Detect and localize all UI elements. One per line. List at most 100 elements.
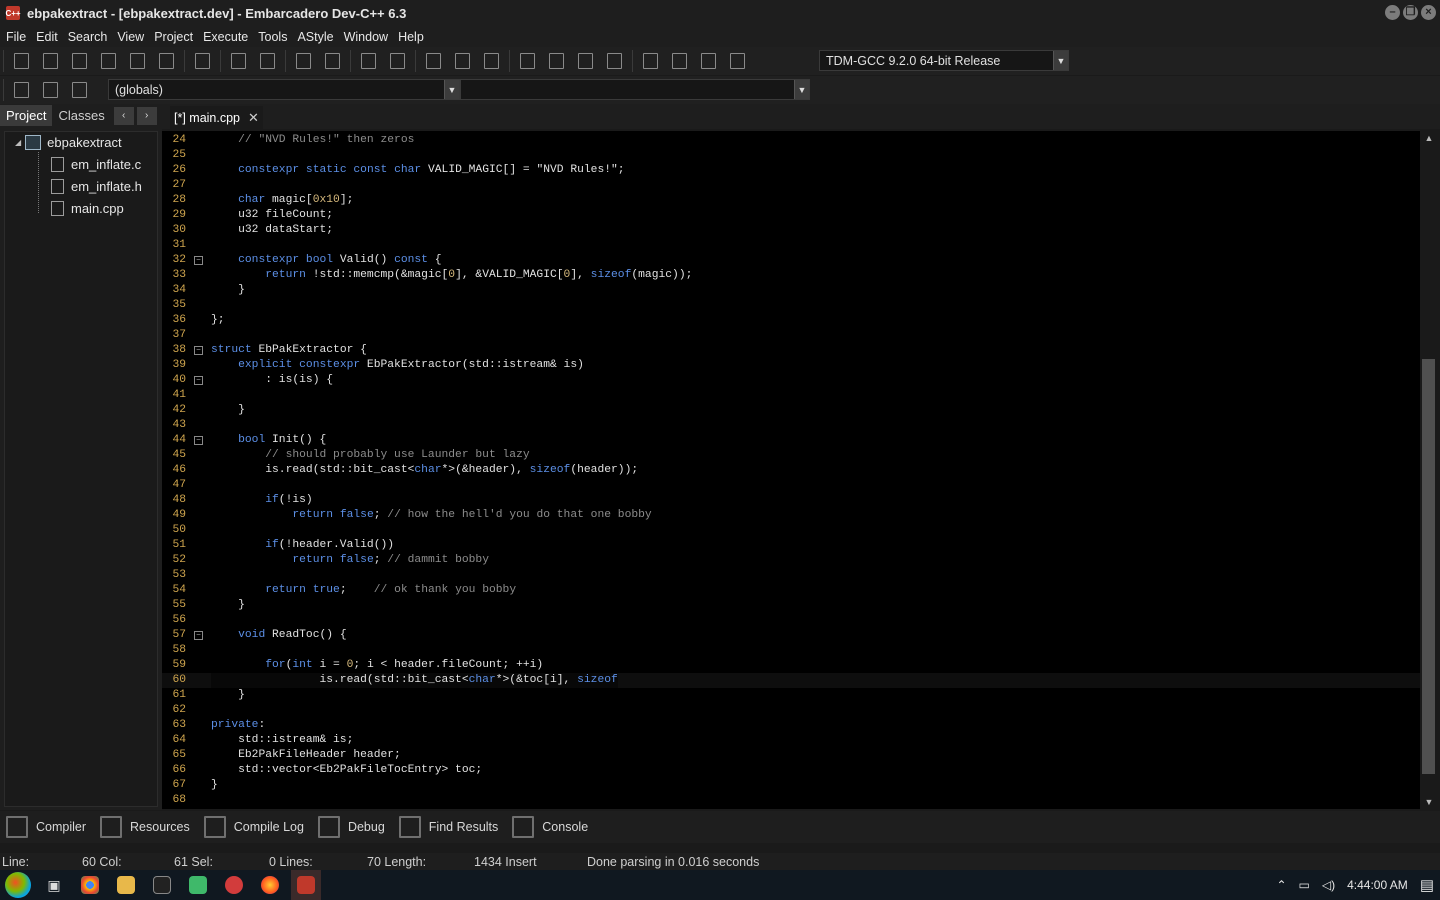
code-line[interactable]: 68 [162,793,1420,808]
stop-execution-button[interactable] [667,50,692,72]
code-line[interactable]: 29 u32 fileCount; [162,208,1420,223]
remove-from-project-button[interactable] [450,50,475,72]
tab-find-results[interactable]: Find Results [398,816,498,838]
tab-project[interactable]: Project [0,105,53,126]
code-line[interactable]: 50 [162,523,1420,538]
taskbar-chrome[interactable] [75,870,105,900]
code-line[interactable]: 31 [162,238,1420,253]
code-line[interactable]: 25 [162,148,1420,163]
code-line[interactable]: 44− bool Init() { [162,433,1420,448]
code-line[interactable]: 24 // "NVD Rules!" then zeros [162,133,1420,148]
fold-toggle-icon[interactable]: − [194,436,203,445]
save-button[interactable] [67,50,92,72]
code-line[interactable]: 37 [162,328,1420,343]
notification-icon[interactable]: ▤ [1420,876,1434,894]
close-file-button[interactable] [125,50,150,72]
profile-button[interactable] [696,50,721,72]
taskbar-notepad[interactable] [183,870,213,900]
code-line[interactable]: 62 [162,703,1420,718]
insert-button[interactable] [9,79,34,101]
restore-icon[interactable]: ❐ [1403,5,1418,20]
taskbar-devcpp[interactable] [291,870,321,900]
menu-file[interactable]: File [2,30,32,44]
syntax-check-button[interactable] [638,50,663,72]
close-icon[interactable]: ✕ [248,110,259,126]
run-button[interactable] [544,50,569,72]
undo-button[interactable] [356,50,381,72]
code-line[interactable]: 46 is.read(std::bit_cast<char*>(&header)… [162,463,1420,478]
code-line[interactable]: 36}; [162,313,1420,328]
start-button[interactable] [0,870,36,900]
code-line[interactable]: 65 Eb2PakFileHeader header; [162,748,1420,763]
menu-astyle[interactable]: AStyle [293,30,339,44]
tab-main-cpp[interactable]: [*] main.cpp ✕ [170,106,263,129]
fold-toggle-icon[interactable]: − [194,256,203,265]
rebuild-button[interactable] [602,50,627,72]
add-to-project-button[interactable] [421,50,446,72]
code-line[interactable]: 55 } [162,598,1420,613]
compiler-select[interactable]: TDM-GCC 9.2.0 64-bit Release ▼ [819,50,1069,71]
project-options-button[interactable] [479,50,504,72]
chevron-up-icon[interactable]: ⌃ [1276,878,1286,892]
code-line[interactable]: 34 } [162,283,1420,298]
minimize-icon[interactable]: – [1385,5,1400,20]
scope-select[interactable]: (globals) ▼ [108,79,460,100]
member-select[interactable]: ▼ [460,79,810,100]
code-line[interactable]: 43 [162,418,1420,433]
code-line[interactable]: 59 for(int i = 0; i < header.fileCount; … [162,658,1420,673]
code-line[interactable]: 35 [162,298,1420,313]
code-line[interactable]: 30 u32 dataStart; [162,223,1420,238]
delete-profile-button[interactable] [725,50,750,72]
code-line[interactable]: 28 char magic[0x10]; [162,193,1420,208]
code-line[interactable]: 45 // should probably use Launder but la… [162,448,1420,463]
code-line[interactable]: 42 } [162,403,1420,418]
code-line[interactable]: 67} [162,778,1420,793]
code-line[interactable]: 39 explicit constexpr EbPakExtractor(std… [162,358,1420,373]
code-line[interactable]: 57− void ReadToc() { [162,628,1420,643]
scrollbar-thumb[interactable] [1422,359,1435,774]
code-line[interactable]: 38− struct EbPakExtractor { [162,343,1420,358]
code-line[interactable]: 33 return !std::memcmp(&magic[0], &VALID… [162,268,1420,283]
print-button[interactable] [190,50,215,72]
code-line[interactable]: 66 std::vector<Eb2PakFileTocEntry> toc; [162,763,1420,778]
chevron-right-icon[interactable]: › [136,106,157,125]
tree-item-main-cpp[interactable]: main.cpp [51,201,124,216]
find-button[interactable] [226,50,251,72]
code-line[interactable]: 32− constexpr bool Valid() const { [162,253,1420,268]
chevron-left-icon[interactable]: ‹ [113,106,134,125]
code-line[interactable]: 63 private: [162,718,1420,733]
code-line[interactable]: 47 [162,478,1420,493]
collapse-icon[interactable]: ◢ [15,138,21,147]
menu-window[interactable]: Window [340,30,394,44]
code-line[interactable]: 61 } [162,688,1420,703]
network-icon[interactable]: ▭ [1299,878,1310,892]
compile-button[interactable] [515,50,540,72]
code-lines[interactable]: 24 // "NVD Rules!" then zeros 25 26 conste… [162,133,1420,808]
fold-toggle-icon[interactable]: − [194,631,203,640]
indent-button[interactable] [291,50,316,72]
tab-resources[interactable]: Resources [100,816,190,838]
menu-view[interactable]: View [113,30,150,44]
tab-compiler[interactable]: Compiler [6,816,86,838]
goto-bookmark-button[interactable] [67,79,92,101]
fold-toggle-icon[interactable]: − [194,346,203,355]
save-all-button[interactable] [96,50,121,72]
tree-root[interactable]: ◢ ebpakextract [15,135,122,150]
menu-tools[interactable]: Tools [254,30,293,44]
menu-project[interactable]: Project [150,30,199,44]
new-file-button[interactable] [9,50,34,72]
clock[interactable]: 4:44:00 AM [1347,878,1408,892]
editor-scrollbar[interactable]: ▲ ▼ [1420,131,1438,809]
unindent-button[interactable] [320,50,345,72]
tree-item-em-inflate-h[interactable]: em_inflate.h [51,179,142,194]
taskbar-firefox[interactable] [255,870,285,900]
tab-classes[interactable]: Classes [52,105,110,126]
code-line[interactable]: 53 [162,568,1420,583]
compile-run-button[interactable] [573,50,598,72]
code-line[interactable]: 49 return false; // how the hell'd you d… [162,508,1420,523]
code-line[interactable]: 40− : is(is) { [162,373,1420,388]
task-view-button[interactable]: ▣ [39,870,69,900]
chevron-down-icon[interactable]: ▼ [444,80,459,99]
code-line[interactable]: 26 constexpr static const char VALID_MAG… [162,163,1420,178]
close-all-button[interactable] [154,50,179,72]
